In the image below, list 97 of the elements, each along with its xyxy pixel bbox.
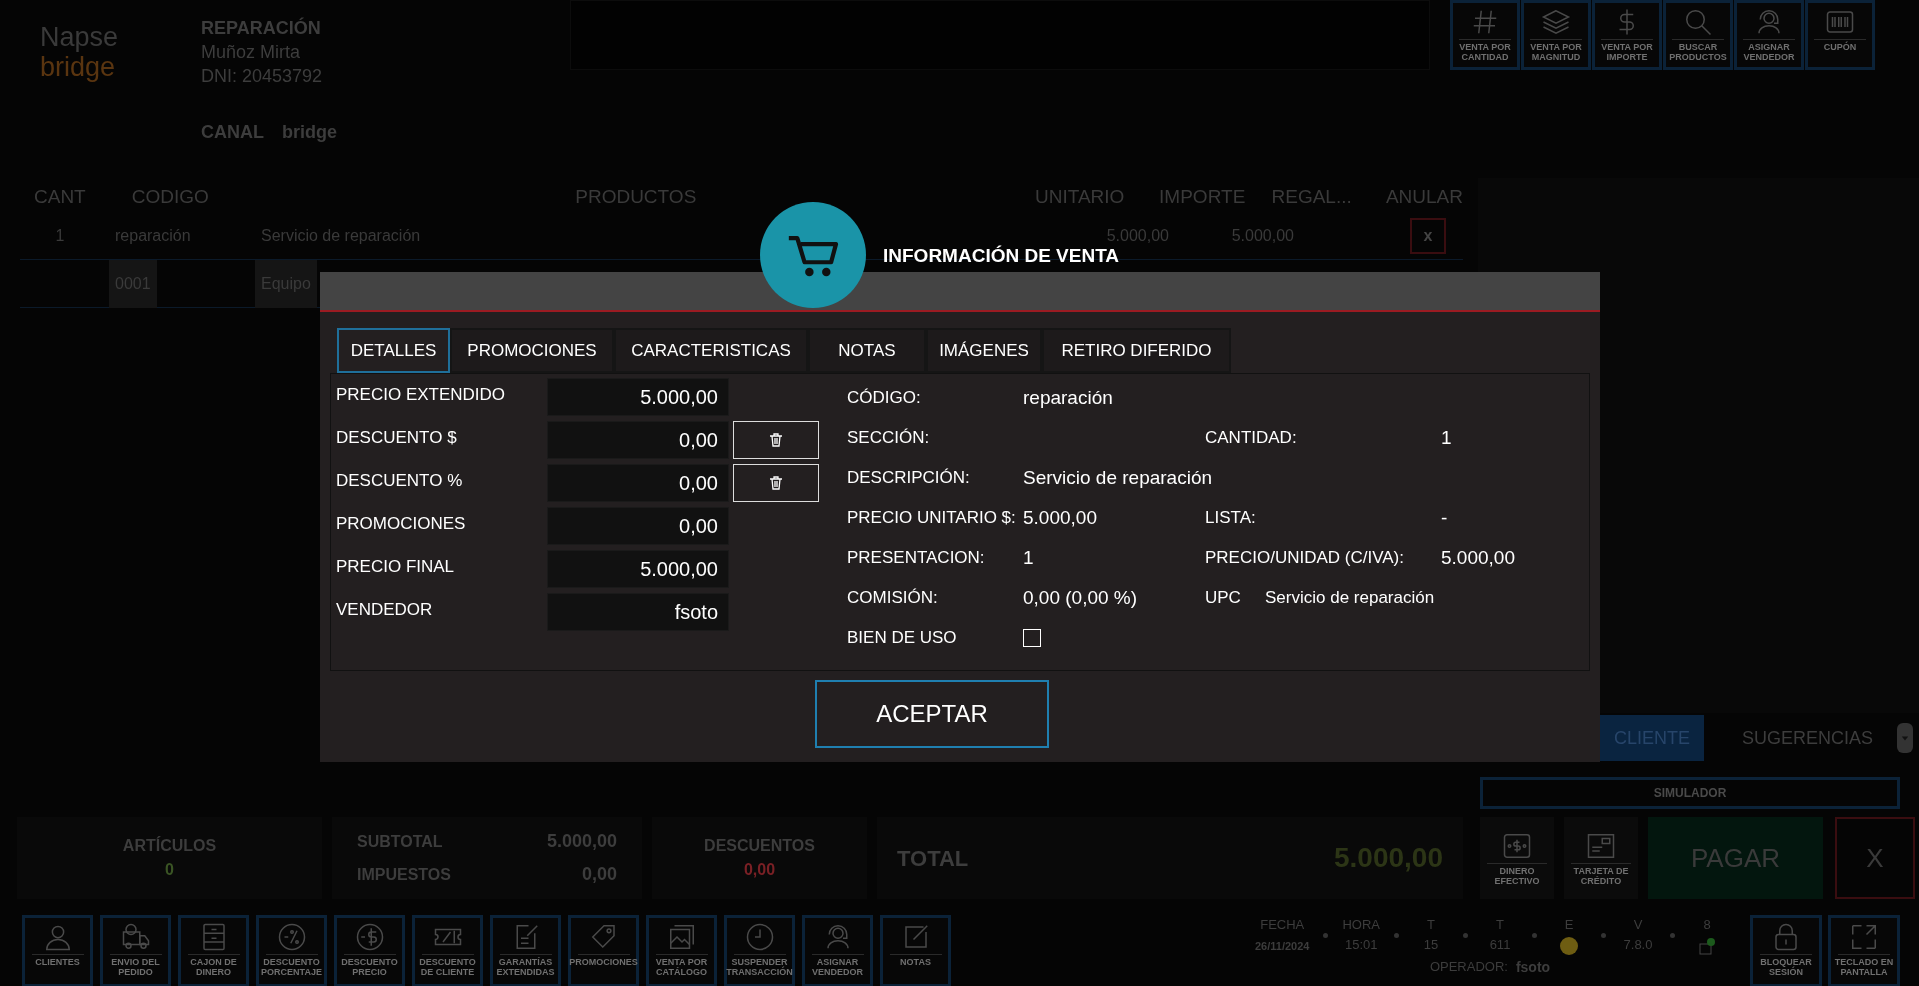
truck-icon: [120, 922, 151, 952]
dialog-tab[interactable]: RETIRO DIFERIDO: [1042, 328, 1231, 373]
trash-icon: [768, 432, 784, 448]
toolbar-button[interactable]: ASIGNAR VENDEDOR: [1734, 0, 1804, 70]
info-label: CANTIDAD:: [1205, 427, 1298, 450]
dialog-tab[interactable]: PROMOCIONES: [450, 328, 614, 373]
dialog-tab[interactable]: CARACTERISTICAS: [614, 328, 808, 373]
service-title: REPARACIÓN: [201, 16, 322, 40]
info-label: CÓDIGO:: [847, 387, 922, 410]
status-value: 15: [1423, 935, 1439, 954]
info-label: LISTA:: [1205, 507, 1257, 530]
value-field[interactable]: fsoto: [547, 593, 729, 631]
clock-icon: [744, 922, 775, 952]
operator-label: OPERADOR:: [1429, 958, 1508, 977]
status-value: 7.8.0: [1623, 935, 1653, 954]
discounts-value: 0,00: [743, 860, 776, 880]
toolbar-button[interactable]: NOTAS: [880, 915, 951, 986]
toolbar-button[interactable]: CUPÓN: [1805, 0, 1875, 70]
simulator-button[interactable]: SIMULADOR: [1480, 777, 1900, 809]
dollar-circle-icon: [354, 922, 385, 952]
toolbar-button[interactable]: VENTA POR MAGNITUD: [1521, 0, 1591, 70]
toolbar-button[interactable]: VENTA POR CATÁLOGO: [646, 915, 717, 986]
info-value: 5.000,00: [1441, 545, 1515, 570]
status-label: FECHA: [1260, 916, 1305, 934]
toolbar-button[interactable]: ASIGNAR VENDEDOR: [802, 915, 873, 986]
toolbar-button[interactable]: DESCUENTO PRECIO: [334, 915, 405, 986]
toolbar-button[interactable]: TECLADO EN PANTALLA: [1828, 915, 1900, 986]
toolbar-button[interactable]: CAJON DE DINERO: [178, 915, 249, 986]
dialog-title: INFORMACIÓN DE VENTA: [883, 244, 1120, 268]
status-label: E: [1564, 916, 1574, 934]
info-label: PRESENTACION:: [847, 547, 986, 570]
operator-name: fsoto: [1515, 957, 1551, 977]
accept-button[interactable]: ACEPTAR: [815, 680, 1049, 748]
expand-icon: [1849, 922, 1879, 952]
dialog-tab[interactable]: NOTAS: [808, 328, 926, 373]
info-value: Servicio de reparación: [1265, 587, 1435, 610]
dialog-tab[interactable]: DETALLES: [337, 328, 450, 373]
status-label: T: [1496, 916, 1504, 934]
info-value: -: [1441, 505, 1448, 530]
value-field[interactable]: 0,00: [547, 421, 729, 459]
toolbar-button[interactable]: BLOQUEAR SESIÓN: [1750, 915, 1822, 986]
remove-item-button[interactable]: x: [1410, 217, 1446, 254]
field-label: PROMOCIONES: [336, 513, 467, 535]
toolbar-button[interactable]: CLIENTES: [22, 915, 93, 986]
percent-circle-icon: [276, 922, 307, 952]
info-label: DESCRIPCIÓN:: [847, 467, 971, 490]
status-label: 8: [1703, 916, 1711, 934]
field-label: PRECIO EXTENDIDO: [336, 384, 507, 406]
info-value: reparación: [1023, 385, 1114, 410]
channel-label: CANAL: [201, 121, 264, 144]
toolbar-button[interactable]: VENTA POR CANTIDAD: [1450, 0, 1520, 70]
checkbox[interactable]: [1023, 629, 1041, 647]
toolbar-button[interactable]: SUSPENDER TRANSACCIÓN: [724, 915, 795, 986]
delete-button[interactable]: [733, 464, 819, 502]
payment-button[interactable]: DINERO EFECTIVO: [1480, 817, 1554, 899]
payment-button[interactable]: TARJETA DE CRÉDITO: [1564, 817, 1638, 899]
toolbar-button[interactable]: ENVIO DEL PEDIDO: [100, 915, 171, 986]
status-value: 611: [1489, 935, 1511, 954]
toolbar-button[interactable]: VENTA POR IMPORTE: [1592, 0, 1662, 70]
field-label: VENDEDOR: [336, 599, 434, 621]
info-value: 0,00 (0,00 %): [1023, 585, 1139, 610]
customer-id: DNI: 20453792: [201, 65, 324, 88]
search-icon: [1683, 7, 1713, 37]
status-value: 15:01: [1344, 935, 1378, 954]
field-label: DESCUENTO $: [336, 427, 458, 449]
articles-count: 0: [165, 860, 174, 880]
info-label: SECCIÓN:: [847, 427, 931, 450]
delete-button[interactable]: [733, 421, 819, 459]
info-label: COMISIÓN:: [847, 587, 939, 610]
info-label: PRECIO UNITARIO $:: [847, 507, 1017, 530]
info-label: UPC: [1205, 587, 1242, 610]
toolbar-button[interactable]: GARANTÍAS EXTENDIDAS: [490, 915, 561, 986]
info-value: 1: [1023, 545, 1035, 570]
customer-name: Muñoz Mirta: [201, 41, 302, 64]
toolbar-button[interactable]: DESCUENTO PORCENTAJE: [256, 915, 327, 986]
value-field[interactable]: 0,00: [547, 507, 729, 545]
value-field[interactable]: 5.000,00: [547, 550, 729, 588]
toolbar-button[interactable]: DESCUENTO DE CLIENTE: [412, 915, 483, 986]
info-value: 1: [1441, 425, 1452, 450]
dialog-tab[interactable]: IMÁGENES: [926, 328, 1042, 373]
info-value: Servicio de reparación: [1023, 465, 1213, 490]
status-label: HORA: [1342, 916, 1380, 934]
toolbar-button[interactable]: BUSCAR PRODUCTOS: [1663, 0, 1733, 70]
field-label: PRECIO FINAL: [336, 556, 456, 578]
field-label: DESCUENTO %: [336, 470, 464, 492]
info-label: PRECIO/UNIDAD (C/IVA):: [1205, 547, 1405, 570]
value-field[interactable]: 5.000,00: [547, 378, 729, 416]
status-label: T: [1427, 916, 1435, 934]
value-field[interactable]: 0,00: [547, 464, 729, 502]
trash-icon: [768, 475, 784, 491]
channel-value: bridge: [282, 121, 337, 144]
layers-icon: [1541, 7, 1571, 37]
info-label: BIEN DE USO: [847, 627, 958, 650]
status-value: 26/11/2024: [1255, 938, 1310, 954]
toolbar-button[interactable]: PROMOCIONES: [568, 915, 639, 986]
package-alert-icon: [1698, 936, 1716, 955]
info-value: 5.000,00: [1023, 505, 1098, 530]
